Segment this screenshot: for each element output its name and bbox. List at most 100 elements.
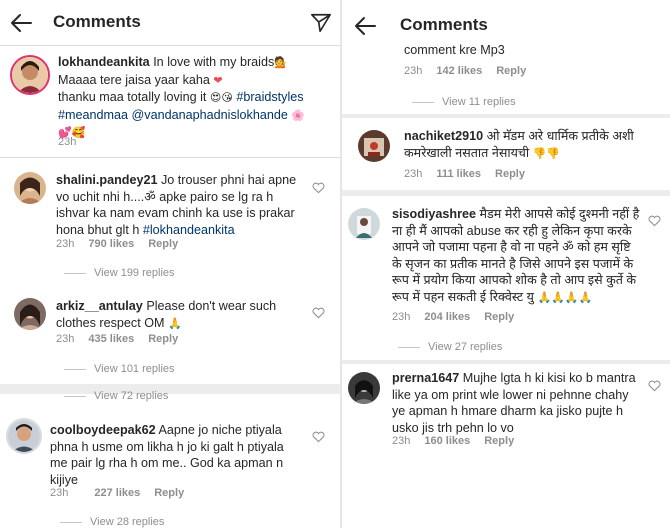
heart-icon[interactable] <box>312 307 325 319</box>
hashtag-link[interactable]: #braidstyles <box>236 90 303 104</box>
timestamp: 23h <box>404 168 423 180</box>
comment-username[interactable]: nachiket2910 <box>404 129 483 143</box>
likes-count[interactable]: 142 likes <box>436 65 482 77</box>
emoji: ❤ <box>213 73 223 87</box>
comment-username[interactable]: sisodiyashree <box>392 207 476 221</box>
caption-username[interactable]: lokhandeankita <box>58 55 150 69</box>
comment-text: nachiket2910 ओ मॅडम अरे धार्मिक प्रतीके … <box>404 128 664 162</box>
caption-line: thanku maa totally loving it <box>58 90 207 104</box>
screenshot-seam <box>342 114 670 118</box>
comment-line: रूप में प्रयोग किया आपको शोक है तो आप इस… <box>392 273 637 287</box>
heart-icon[interactable] <box>312 431 325 443</box>
comment-line: Mujhe lgta h ki kisi ko b mantra <box>462 371 636 385</box>
reply-button[interactable]: Reply <box>484 311 514 323</box>
comment-line: vo uchit nhi h....ॐ apke pairo se lg ra … <box>56 189 274 204</box>
screenshot-seam <box>0 384 340 394</box>
comment-line: के सृजन का प्रतीक मानते है जिसे आपने इस … <box>392 256 634 271</box>
view-replies-link[interactable]: View 199 replies <box>64 267 175 279</box>
comment-username[interactable]: prerna1647 <box>392 371 459 385</box>
avatar[interactable] <box>348 372 380 404</box>
comment-line: मैडम मेरी आपसे कोई दुश्मनी नहीं है <box>479 207 640 221</box>
reply-button[interactable]: Reply <box>148 238 178 250</box>
likes-count[interactable]: 160 likes <box>424 435 470 447</box>
avatar[interactable] <box>10 55 50 95</box>
comment-text: shalini.pandey21 Jo trouser phni hai apn… <box>56 172 306 238</box>
comment-text: comment kre Mp3 <box>404 42 654 59</box>
avatar[interactable] <box>14 298 46 330</box>
reply-button[interactable]: Reply <box>484 435 514 447</box>
timestamp: 23h <box>56 238 75 250</box>
comment-line: कमरेखाली नसतात नेसायची <box>404 145 530 160</box>
comment-line: Aapne jo niche ptiyala <box>158 423 282 437</box>
hashtag-link[interactable]: #lokhandeankita <box>143 223 235 237</box>
hashtag-link[interactable]: #meandmaa <box>58 108 128 122</box>
comment-meta: 23h 227 likes Reply <box>50 487 198 499</box>
header-title: Comments <box>400 15 488 34</box>
timestamp: 23h <box>58 136 77 148</box>
mention-link[interactable]: @vandanaphadnislokhande <box>132 108 288 122</box>
reply-button[interactable]: Reply <box>148 333 178 345</box>
view-replies-link[interactable]: View 27 replies <box>398 341 502 353</box>
caption-line: In love with my braids <box>153 55 275 69</box>
comment-username[interactable]: coolboydeepak62 <box>50 423 156 437</box>
comment-line: Jo trouser phni hai apne <box>161 173 297 187</box>
likes-count[interactable]: 204 likes <box>424 311 470 323</box>
avatar[interactable] <box>348 208 380 240</box>
reply-button[interactable]: Reply <box>495 168 525 180</box>
view-replies-link[interactable]: View 11 replies <box>412 96 516 108</box>
comment-text: arkiz__antulay Please don't wear such cl… <box>56 298 306 332</box>
view-replies-link[interactable]: View 72 replies <box>64 390 168 402</box>
avatar[interactable] <box>14 172 46 204</box>
screenshot-seam <box>342 360 670 364</box>
reply-button[interactable]: Reply <box>496 65 526 77</box>
comment-line: ओ मॅडम अरे धार्मिक प्रतीके अशी <box>486 129 634 143</box>
comment-meta: 23h 790 likes Reply <box>56 238 192 250</box>
timestamp: 23h <box>56 333 75 345</box>
comment-line: clothes respect OM <box>56 315 165 330</box>
back-arrow-icon[interactable] <box>354 16 376 36</box>
avatar[interactable] <box>6 418 42 454</box>
view-replies-link[interactable]: View 28 replies <box>60 516 164 528</box>
comment-line: usko jis trh pehn lo vo <box>392 420 514 435</box>
reply-button[interactable]: Reply <box>154 487 184 499</box>
view-replies-link[interactable]: View 101 replies <box>64 363 175 375</box>
heart-icon[interactable] <box>648 380 661 392</box>
header-bar: Comments <box>342 0 670 46</box>
heart-icon[interactable] <box>312 182 325 194</box>
comment-line: phna h usme om likha h jo ki galt h ptiy… <box>50 439 284 454</box>
header-title: Comments <box>53 12 141 31</box>
timestamp: 23h <box>392 311 411 323</box>
comment-line: ye apman h hmare dharm ka jisko pujte h <box>392 404 624 418</box>
emoji: 🌸 <box>291 108 306 122</box>
post-caption: lokhandeankita In love with my braids💁 M… <box>0 46 340 158</box>
comment-text: prerna1647 Mujhe lgta h ki kisi ko b man… <box>392 370 654 436</box>
caption-line: Maaaa tere jaisa yaar kaha <box>58 72 210 87</box>
emoji: 💁 <box>274 56 288 69</box>
comment-username[interactable]: arkiz__antulay <box>56 299 143 313</box>
back-arrow-icon[interactable] <box>10 13 32 33</box>
comment-line: आपने जो पजामा पहना है वो ना पहने ॐ को हम… <box>392 240 631 254</box>
emoji: 🙏🙏🙏🙏 <box>537 290 593 304</box>
avatar[interactable] <box>358 130 390 162</box>
likes-count[interactable]: 111 likes <box>436 168 481 180</box>
header-bar: Comments <box>0 0 340 46</box>
likes-count[interactable]: 790 likes <box>88 238 134 250</box>
timestamp: 23h <box>50 487 69 499</box>
comment-meta: 23h 204 likes Reply <box>392 311 528 323</box>
timestamp: 23h <box>392 435 411 447</box>
heart-icon[interactable] <box>648 215 661 227</box>
caption-text: lokhandeankita In love with my braids💁 M… <box>58 54 330 142</box>
comment-line: ना ही मैं आपको abuse कर रही हु लेकिन कृप… <box>392 223 632 238</box>
comment-meta: 23h 142 likes Reply <box>404 65 540 77</box>
comment-meta: 23h 160 likes Reply <box>392 435 528 447</box>
comment-meta: 23h 435 likes Reply <box>56 333 192 345</box>
likes-count[interactable]: 435 likes <box>88 333 134 345</box>
comment-username[interactable]: shalini.pandey21 <box>56 173 158 187</box>
likes-count[interactable]: 227 likes <box>94 487 140 499</box>
comment-line: ishvar ka nam evam chinh ka use is praka… <box>56 206 295 220</box>
direct-send-icon[interactable] <box>310 12 332 34</box>
emoji: 🙏 <box>168 316 182 330</box>
timestamp: 23h <box>404 65 423 77</box>
right-comments-screen: Comments comment kre Mp3 23h 142 likes Rep… <box>342 0 670 528</box>
comment-text: coolboydeepak62 Aapne jo niche ptiyala p… <box>50 422 308 488</box>
